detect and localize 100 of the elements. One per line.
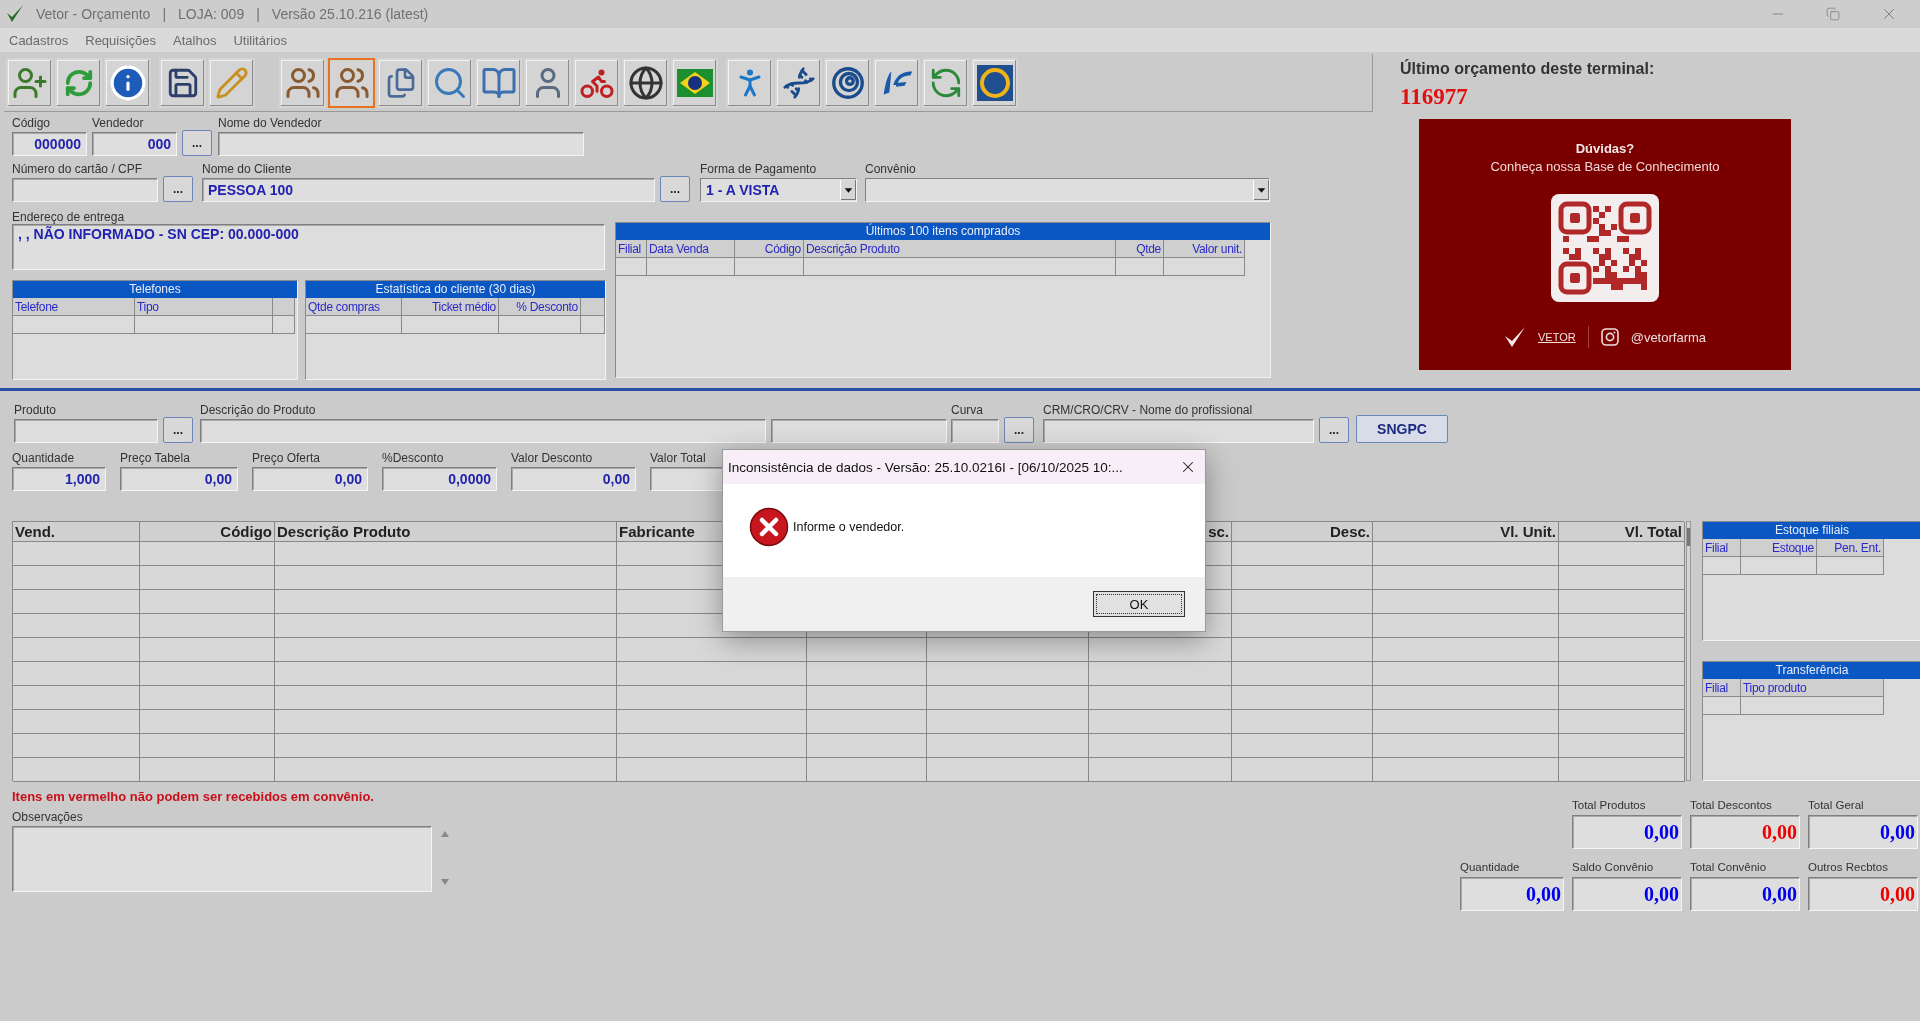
- field-label: Endereço de entrega: [12, 210, 126, 224]
- browse-button[interactable]: ...: [1319, 417, 1349, 443]
- error-icon: [749, 506, 789, 547]
- total-label: Total Produtos: [1572, 799, 1647, 811]
- panel-title: Estoque filiais: [1703, 522, 1920, 539]
- menu-item[interactable]: Requisições: [85, 32, 157, 48]
- column-header: Qtde compras: [306, 298, 402, 316]
- number-field[interactable]: 0,00: [252, 467, 368, 491]
- number-field[interactable]: 0,00: [120, 467, 238, 491]
- panel-title: Transferência: [1703, 662, 1920, 679]
- browse-button[interactable]: ...: [1004, 417, 1034, 443]
- field-label: Número do cartão / CPF: [12, 162, 144, 176]
- field-label: Preço Oferta: [252, 451, 322, 465]
- product-description-field[interactable]: [200, 419, 766, 443]
- column-header: Telefone: [13, 298, 135, 316]
- agreement-select[interactable]: [865, 178, 1270, 202]
- column-header: Vl. Unit.: [1373, 522, 1559, 542]
- field-label: Produto: [14, 403, 58, 417]
- table-cell: [1116, 258, 1164, 276]
- toolbar-button[interactable]: [104, 57, 151, 108]
- last-budget-number: 116977: [1400, 84, 1469, 110]
- dna-icon: [781, 65, 816, 100]
- column-header: Descrição Produto: [275, 522, 617, 542]
- scroll-up-icon[interactable]: [440, 830, 450, 838]
- banner-subtitle: Conheça nossa Base de Conhecimento: [1490, 159, 1720, 174]
- total-value: 0,00: [1572, 815, 1682, 849]
- toolbar-button[interactable]: [671, 57, 718, 108]
- version-label: Versão 25.10.216 (latest): [271, 6, 429, 22]
- browse-button[interactable]: ...: [163, 176, 193, 202]
- number-field[interactable]: 0,0000: [382, 467, 497, 491]
- panel-title: Últimos 100 itens comprados: [616, 223, 1270, 240]
- ring-icon: [974, 62, 1015, 103]
- warning-note: Itens em vermelho não podem ser recebidos em convênio.: [12, 789, 375, 804]
- column-header: Vl. Total: [1559, 522, 1685, 542]
- column-header: Filial: [1703, 679, 1741, 697]
- column-header: Estoque: [1741, 539, 1817, 557]
- field-label: CRM/CRO/CRV - Nome do profissional: [1043, 403, 1254, 417]
- toolbar-button[interactable]: [159, 57, 206, 108]
- column-header: % Desconto: [499, 298, 581, 316]
- field-label: Valor Total: [650, 451, 707, 465]
- column-header: [273, 298, 295, 316]
- seller-name-field[interactable]: [218, 132, 584, 156]
- toolbar-button[interactable]: [873, 57, 920, 108]
- column-header: Código: [140, 522, 275, 542]
- toolbar-button[interactable]: [377, 57, 424, 108]
- total-label: Total Convênio: [1690, 861, 1768, 873]
- payment-select[interactable]: 1 - A VISTA: [700, 178, 857, 202]
- table-cell: [273, 316, 295, 334]
- toolbar-button[interactable]: [775, 57, 822, 108]
- total-value: 0,00: [1690, 815, 1800, 849]
- toolbar-button[interactable]: [524, 57, 571, 108]
- menu-item[interactable]: Utilitários: [233, 32, 287, 48]
- browse-button[interactable]: ...: [163, 417, 193, 443]
- code-field[interactable]: 000000: [12, 132, 87, 156]
- field-label: Descrição do Produto: [200, 403, 317, 417]
- field-label: Forma de Pagamento: [700, 162, 818, 176]
- address-field[interactable]: , , NÃO INFORMADO - SN CEP: 00.000-000: [12, 224, 605, 270]
- menu-item[interactable]: Cadastros: [9, 32, 69, 48]
- product-field[interactable]: [14, 419, 158, 443]
- toolbar-button[interactable]: [279, 57, 326, 108]
- total-value: 0,00: [1808, 877, 1918, 911]
- store-label: LOJA: 009: [178, 6, 245, 22]
- pencil-icon: [214, 65, 249, 100]
- refresh-icon: [63, 67, 94, 98]
- number-field[interactable]: 0,00: [511, 467, 636, 491]
- info-icon: [108, 63, 147, 102]
- professional-field[interactable]: [1043, 419, 1314, 443]
- ok-button[interactable]: OK: [1093, 591, 1185, 617]
- total-label: Quantidade: [1460, 861, 1521, 873]
- banner-title: Dúvidas?: [1575, 141, 1635, 156]
- curve-field[interactable]: [951, 419, 999, 443]
- toolbar-button[interactable]: [622, 57, 669, 108]
- toolbar-button[interactable]: [573, 57, 620, 108]
- browse-button[interactable]: ...: [660, 176, 690, 202]
- browse-button[interactable]: ...: [182, 130, 212, 156]
- window-title: Vetor - Orçamento: [36, 6, 151, 22]
- total-value: 0,00: [1572, 877, 1682, 911]
- notes-field[interactable]: [12, 826, 432, 892]
- menu-item[interactable]: Atalhos: [173, 32, 217, 48]
- toolbar-button[interactable]: [971, 57, 1018, 108]
- field-label: Curva: [951, 403, 984, 417]
- field-label: Quantidade: [12, 451, 76, 465]
- panel-title: Telefones: [13, 281, 297, 298]
- sngpc-button[interactable]: SNGPC: [1356, 415, 1448, 443]
- last-budget-label: Último orçamento deste terminal:: [1400, 60, 1656, 78]
- customer-name-field[interactable]: PESSOA 100: [202, 178, 655, 202]
- column-header: Ticket médio: [402, 298, 499, 316]
- number-field[interactable]: 1,000: [12, 467, 106, 491]
- brand-name: VETOR: [1538, 331, 1576, 343]
- seller-code-field[interactable]: 000: [92, 132, 177, 156]
- column-header: Tipo produto: [1741, 679, 1884, 697]
- column-header: Filial: [1703, 539, 1741, 557]
- column-header: Vend.: [13, 522, 140, 542]
- scroll-down-icon[interactable]: [440, 878, 450, 886]
- total-label: Total Geral: [1808, 799, 1865, 811]
- card-number-field[interactable]: [12, 178, 158, 202]
- total-value: 0,00: [1808, 815, 1918, 849]
- toolbar-button[interactable]: [824, 57, 871, 108]
- column-header: Data Venda: [647, 240, 735, 258]
- input-field[interactable]: [771, 419, 947, 443]
